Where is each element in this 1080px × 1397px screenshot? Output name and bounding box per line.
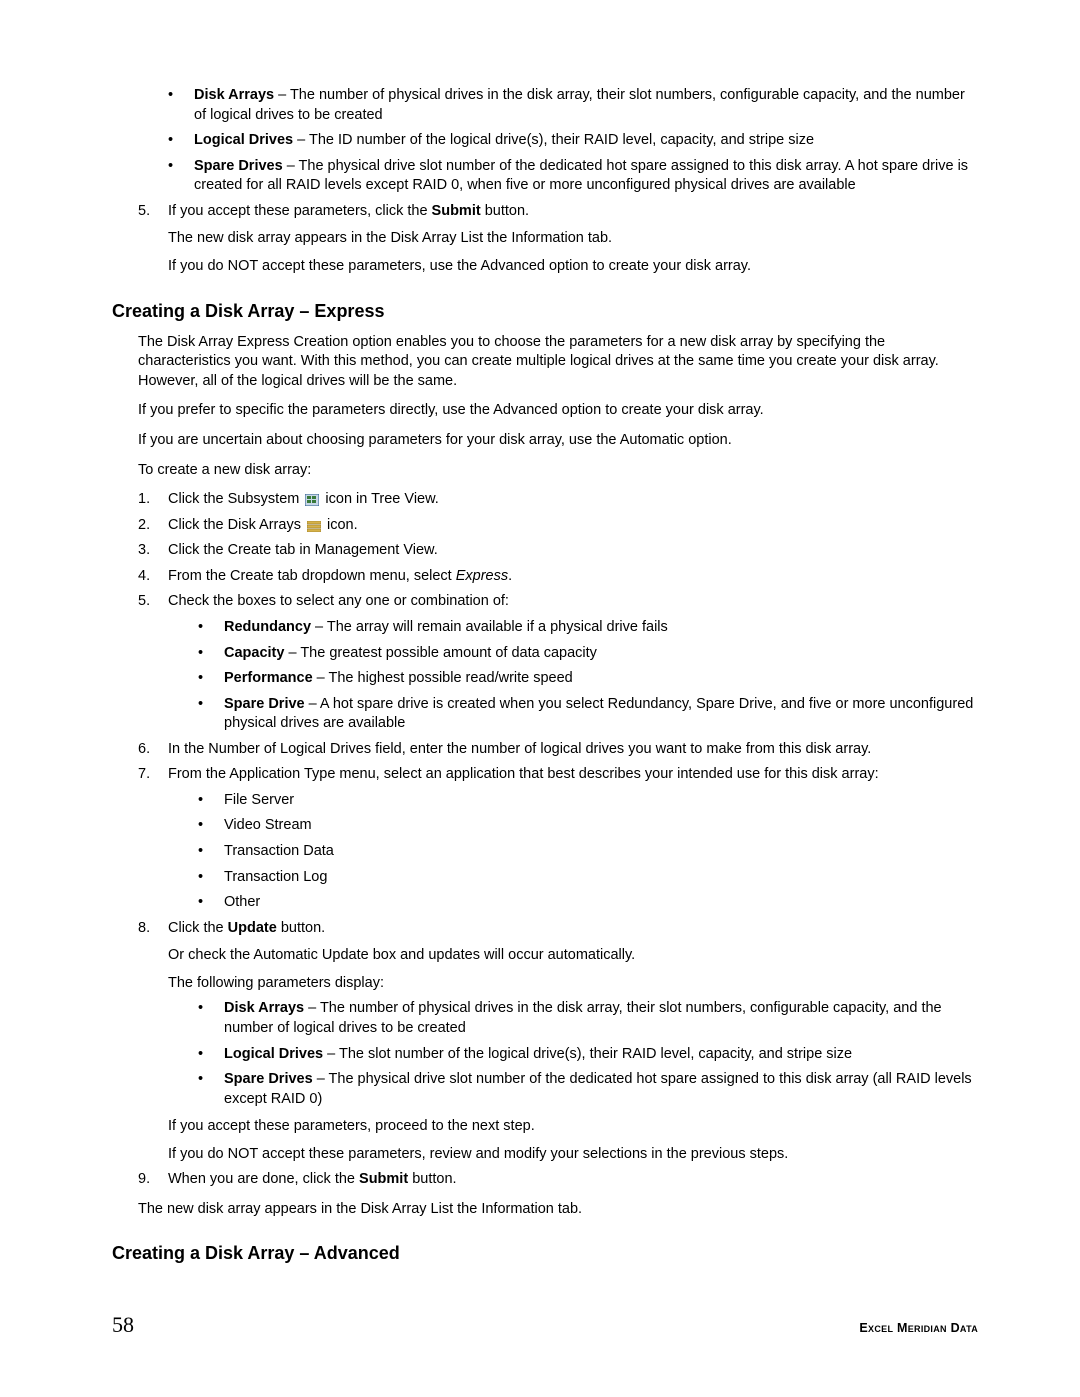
step-4: 4. From the Create tab dropdown menu, se… — [138, 567, 978, 587]
step-6: 6. In the Number of Logical Drives field… — [138, 740, 978, 760]
update-label: Update — [228, 920, 277, 936]
step-8: 8. Click the Update button. Or check the… — [138, 919, 978, 1165]
label: Logical Drives — [194, 132, 293, 148]
list-item: Other — [198, 893, 978, 913]
text: In the Number of Logical Drives field, e… — [168, 741, 871, 757]
text: Click the — [168, 920, 228, 936]
paragraph: The Disk Array Express Creation option e… — [138, 333, 978, 392]
step-number: 3. — [138, 541, 150, 561]
paragraph: If you prefer to specific the parameters… — [138, 401, 978, 421]
list-item: Transaction Log — [198, 868, 978, 888]
list-item: Video Stream — [198, 816, 978, 836]
step-number: 8. — [138, 919, 150, 939]
list-item: Performance – The highest possible read/… — [198, 669, 978, 689]
text: If you do NOT accept these parameters, u… — [168, 257, 978, 277]
list-item: File Server — [198, 791, 978, 811]
list-item: Redundancy – The array will remain avail… — [198, 618, 978, 638]
text: button. — [408, 1171, 456, 1187]
step-number: 1. — [138, 490, 150, 510]
paragraph: If you are uncertain about choosing para… — [138, 431, 978, 451]
disk-arrays-icon — [307, 519, 321, 530]
step-9: 9. When you are done, click the Submit b… — [138, 1170, 978, 1190]
label: Spare Drive — [224, 696, 305, 712]
text: From the Create tab dropdown menu, selec… — [168, 568, 456, 584]
step-2: 2. Click the Disk Arrays icon. — [138, 516, 978, 536]
list-item: Spare Drive – A hot spare drive is creat… — [198, 695, 978, 734]
text: Check the boxes to select any one or com… — [168, 593, 509, 609]
text: – The greatest possible amount of data c… — [284, 645, 596, 661]
text: – The slot number of the logical drive(s… — [323, 1046, 852, 1062]
list-item: Disk Arrays – The number of physical dri… — [198, 999, 978, 1038]
express-italic: Express — [456, 568, 508, 584]
step-number: 6. — [138, 740, 150, 760]
text: When you are done, click the — [168, 1171, 359, 1187]
text: Click the Create tab in Management View. — [168, 542, 438, 558]
text: If you accept these parameters, proceed … — [168, 1117, 978, 1137]
label: Capacity — [224, 645, 284, 661]
text: The new disk array appears in the Disk A… — [168, 229, 978, 249]
heading-advanced: Creating a Disk Array – Advanced — [112, 1241, 978, 1265]
text: – The number of physical drives in the d… — [194, 87, 965, 123]
text: Click the Disk Arrays — [168, 517, 305, 533]
text: – The array will remain available if a p… — [311, 619, 668, 635]
top-continuation: Disk Arrays – The number of physical dri… — [112, 86, 978, 277]
text: icon. — [323, 517, 358, 533]
text: – The physical drive slot number of the … — [224, 1071, 972, 1107]
submit-label: Submit — [359, 1171, 408, 1187]
paragraph: The new disk array appears in the Disk A… — [138, 1200, 978, 1220]
list-item: Capacity – The greatest possible amount … — [198, 644, 978, 664]
paragraph: To create a new disk array: — [138, 461, 978, 481]
label: Disk Arrays — [194, 87, 274, 103]
label: Spare Drives — [194, 158, 283, 174]
express-steps: 1. Click the Subsystem icon in Tree View… — [138, 490, 978, 1190]
text: . — [508, 568, 512, 584]
step-3: 3. Click the Create tab in Management Vi… — [138, 541, 978, 561]
step-number: 9. — [138, 1170, 150, 1190]
list-item: Disk Arrays – The number of physical dri… — [168, 86, 978, 125]
step-5: 5. Check the boxes to select any one or … — [138, 592, 978, 733]
label: Spare Drives — [224, 1071, 313, 1087]
page-number: 58 — [112, 1310, 134, 1340]
list-item: Logical Drives – The ID number of the lo… — [168, 131, 978, 151]
text: button. — [277, 920, 325, 936]
list-item: Logical Drives – The slot number of the … — [198, 1045, 978, 1065]
label: Logical Drives — [224, 1046, 323, 1062]
list-item: Spare Drives – The physical drive slot n… — [168, 157, 978, 196]
step-number: 4. — [138, 567, 150, 587]
step-5: 5. If you accept these parameters, click… — [138, 202, 978, 277]
text: Or check the Automatic Update box and up… — [168, 946, 978, 966]
label: Performance — [224, 670, 313, 686]
step-number: 7. — [138, 765, 150, 785]
subsystem-icon — [305, 493, 319, 505]
list-item: Transaction Data — [198, 842, 978, 862]
brand-name: Excel Meridian Data — [859, 1320, 978, 1337]
submit-label: Submit — [432, 203, 481, 219]
text: Click the Subsystem — [168, 491, 303, 507]
label: Redundancy — [224, 619, 311, 635]
text: The following parameters display: — [168, 974, 978, 994]
text: – The ID number of the logical drive(s),… — [293, 132, 814, 148]
page-footer: 58 Excel Meridian Data — [112, 1310, 978, 1340]
list-item: Spare Drives – The physical drive slot n… — [198, 1070, 978, 1109]
heading-express: Creating a Disk Array – Express — [112, 299, 978, 323]
text: From the Application Type menu, select a… — [168, 766, 879, 782]
text: icon in Tree View. — [321, 491, 438, 507]
text: – The highest possible read/write speed — [313, 670, 573, 686]
text: – The physical drive slot number of the … — [194, 158, 968, 194]
step-number: 5. — [138, 202, 150, 222]
text: If you accept these parameters, click th… — [168, 203, 432, 219]
text: If you do NOT accept these parameters, r… — [168, 1145, 978, 1165]
text: button. — [481, 203, 529, 219]
text: – The number of physical drives in the d… — [224, 1000, 942, 1036]
text: – A hot spare drive is created when you … — [224, 696, 973, 732]
step-1: 1. Click the Subsystem icon in Tree View… — [138, 490, 978, 510]
step-number: 2. — [138, 516, 150, 536]
step-number: 5. — [138, 592, 150, 612]
label: Disk Arrays — [224, 1000, 304, 1016]
step-7: 7. From the Application Type menu, selec… — [138, 765, 978, 912]
